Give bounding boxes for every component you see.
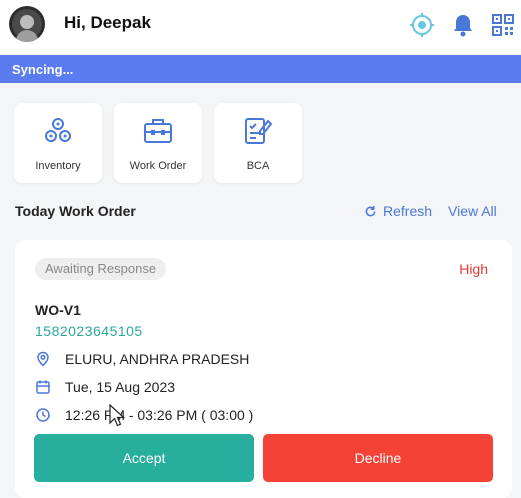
- work-order-card[interactable]: Awaiting Response High WO-V1 15820236451…: [15, 240, 512, 498]
- avatar[interactable]: [9, 6, 45, 42]
- bca-label: BCA: [246, 160, 270, 172]
- status-badge: Awaiting Response: [35, 258, 167, 280]
- time-text: 12:26 PM - 03:26 PM ( 03:00 ): [65, 407, 254, 423]
- mouse-cursor-icon: [109, 404, 125, 427]
- clock-icon: [36, 408, 50, 422]
- work-order-code: WO-V1: [35, 302, 81, 318]
- sync-status-text: Syncing...: [12, 62, 74, 77]
- bell-icon[interactable]: [450, 12, 476, 38]
- clipboard-edit-icon: [245, 118, 273, 144]
- bca-tile[interactable]: BCA: [214, 103, 302, 183]
- toolbox-icon: [144, 119, 172, 143]
- priority-label: High: [459, 261, 488, 277]
- location-pin-icon: [37, 351, 49, 367]
- date-text: Tue, 15 Aug 2023: [65, 379, 176, 395]
- work-order-label: Work Order: [129, 160, 187, 172]
- work-order-number: 1582023645105: [35, 323, 143, 339]
- refresh-icon: [365, 205, 376, 217]
- decline-button[interactable]: Decline: [263, 434, 493, 482]
- inventory-tile[interactable]: Inventory: [14, 103, 102, 183]
- location-text: ELURU, ANDHRA PRADESH: [65, 351, 250, 367]
- work-order-tile[interactable]: Work Order: [114, 103, 202, 183]
- location-target-icon[interactable]: [409, 12, 435, 38]
- app-header: Hi, Deepak: [0, 0, 521, 53]
- inventory-icon: [45, 118, 71, 142]
- sync-status-bar: Syncing...: [0, 55, 521, 83]
- accept-button[interactable]: Accept: [34, 434, 254, 482]
- refresh-label: Refresh: [383, 203, 433, 219]
- view-all-link[interactable]: View All: [448, 203, 497, 219]
- qr-code-icon[interactable]: [490, 12, 516, 38]
- inventory-label: Inventory: [35, 160, 81, 172]
- calendar-icon: [36, 380, 50, 394]
- section-title: Today Work Order: [15, 203, 136, 219]
- refresh-button[interactable]: Refresh: [364, 203, 432, 219]
- greeting-text: Hi, Deepak: [64, 13, 151, 32]
